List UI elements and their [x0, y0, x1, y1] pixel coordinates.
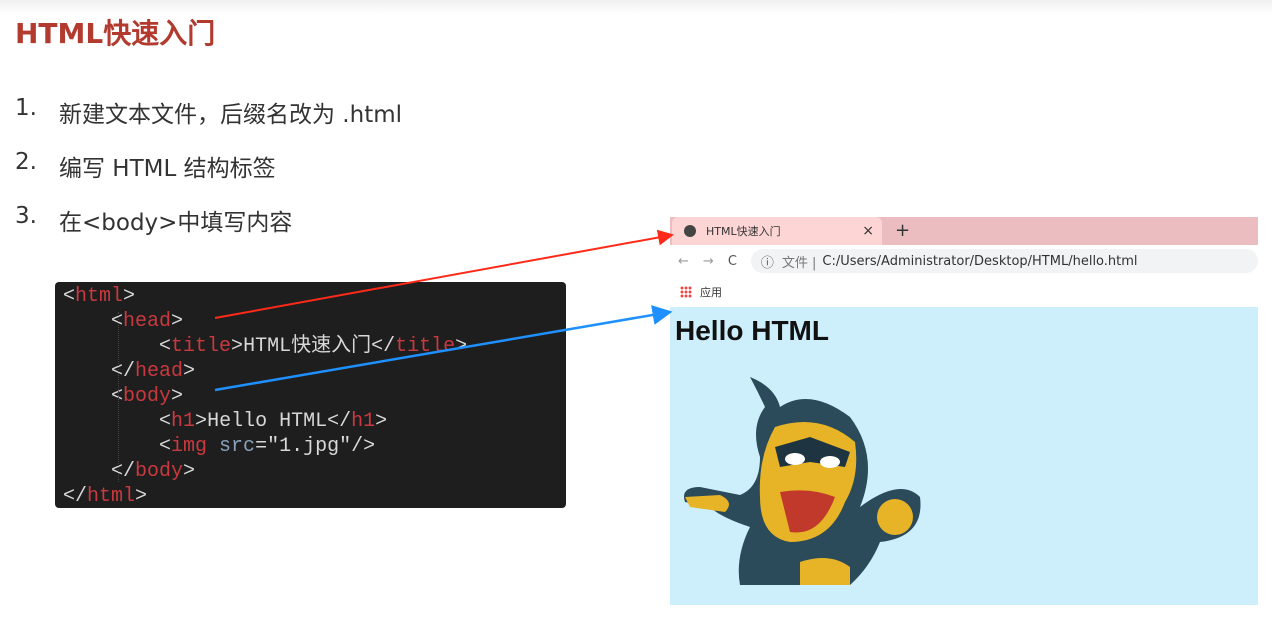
arrow-overlay [214, 229, 674, 392]
body-to-content-arrow [214, 305, 673, 392]
head-to-tab-arrow [214, 229, 674, 319]
